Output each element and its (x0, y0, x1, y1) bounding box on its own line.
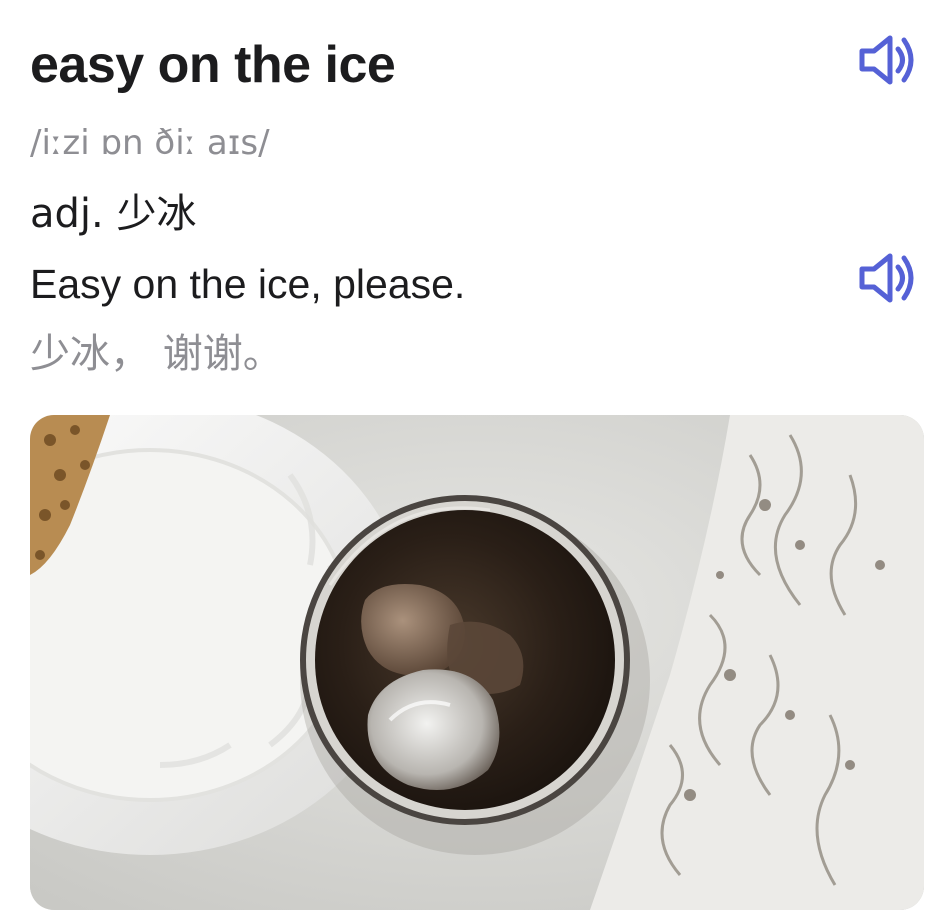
speaker-icon (859, 35, 914, 85)
word-title: easy on the ice (30, 36, 396, 94)
example-audio-button[interactable] (856, 250, 920, 306)
iced-coffee-photo (30, 415, 924, 910)
definition-line: adj. 少冰 (30, 186, 196, 242)
iced-coffee-illustration (30, 415, 924, 910)
word-audio-button[interactable] (856, 32, 920, 88)
speaker-icon (859, 253, 914, 303)
phonetic-transcription: /iːzi ɒn ðiː aɪs/ (30, 123, 270, 163)
meaning: 少冰 (116, 191, 197, 237)
example-sentence-chinese: 少冰， 谢谢。 (30, 331, 283, 377)
part-of-speech: adj. (30, 191, 104, 237)
example-sentence-english: Easy on the ice, please. (30, 261, 466, 307)
